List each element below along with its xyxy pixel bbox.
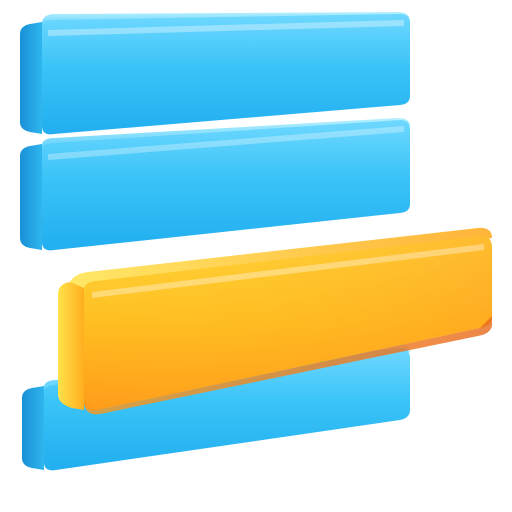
bar-1	[20, 12, 410, 135]
sorted-bars-icon	[20, 12, 492, 471]
icon-canvas	[0, 0, 512, 512]
bar-2	[20, 118, 410, 251]
